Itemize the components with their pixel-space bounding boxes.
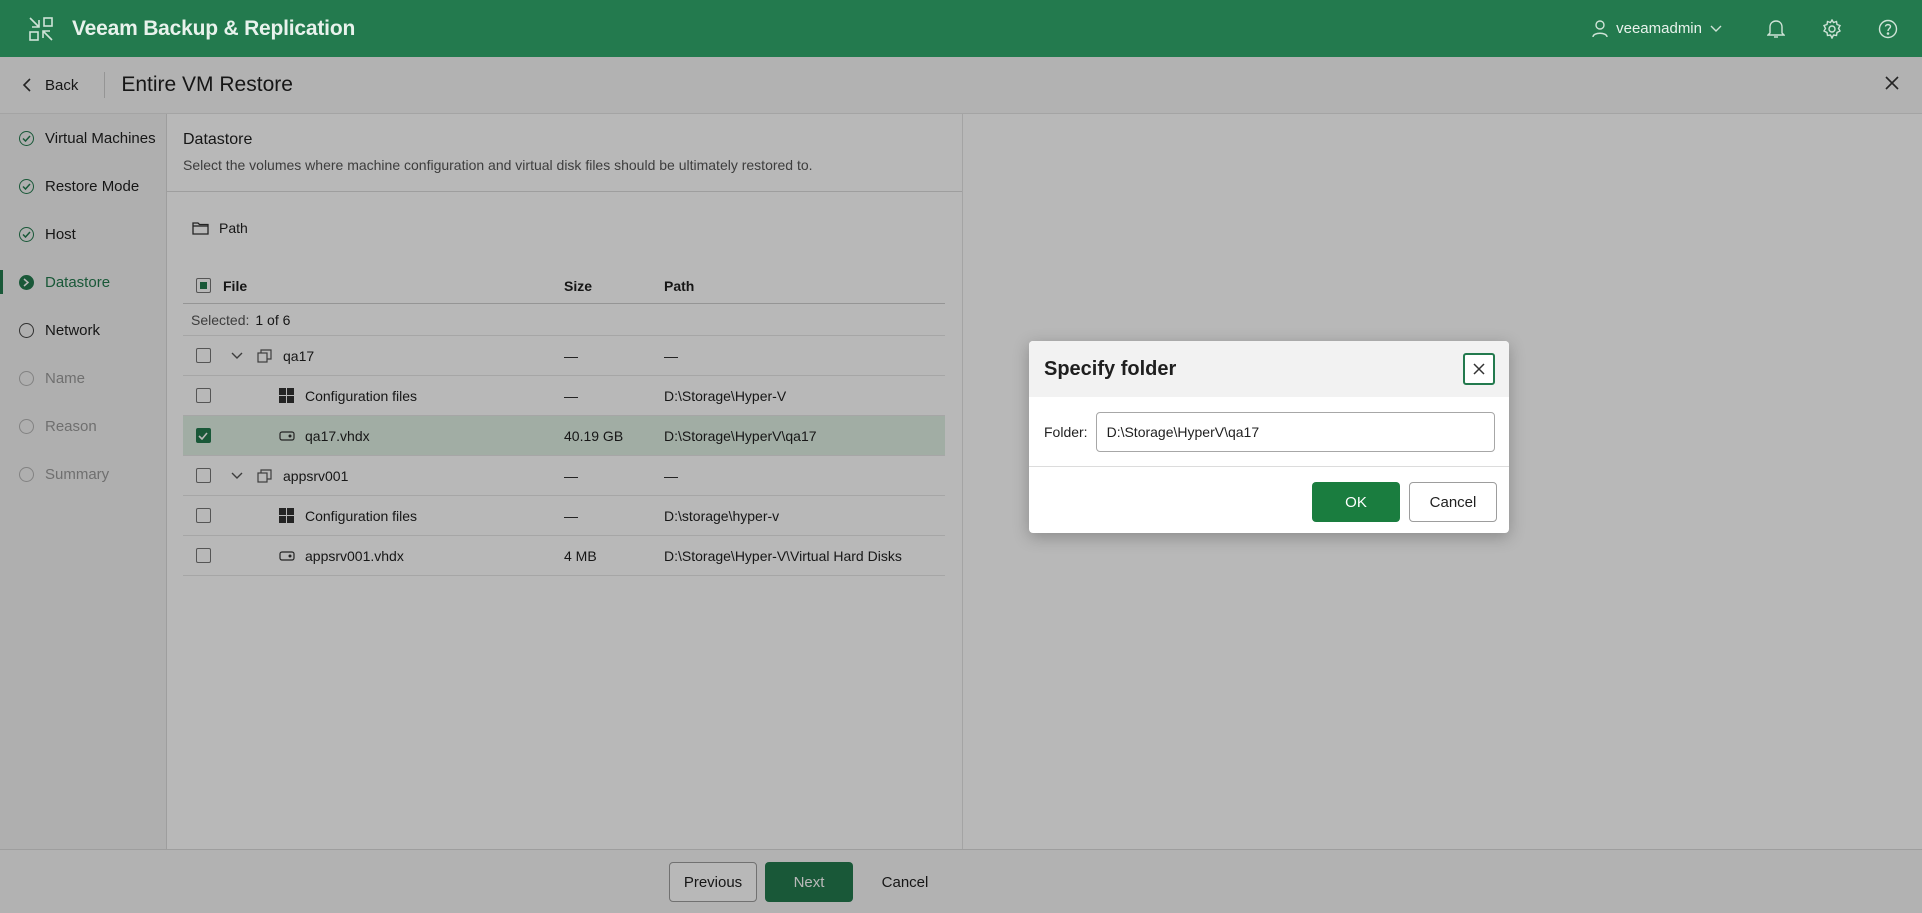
dialog-cancel-button[interactable]: Cancel	[1409, 482, 1497, 522]
dialog-title: Specify folder	[1044, 357, 1177, 380]
chevron-down-icon	[1710, 25, 1722, 32]
top-bar: Veeam Backup & Replication veeamadmin	[0, 0, 1922, 57]
bell-icon[interactable]	[1764, 17, 1788, 41]
specify-folder-dialog: Specify folder Folder: OK Cancel	[1029, 341, 1509, 533]
dialog-close-button[interactable]	[1463, 353, 1495, 385]
ok-button[interactable]: OK	[1312, 482, 1400, 522]
close-icon	[1473, 363, 1485, 375]
gear-icon[interactable]	[1820, 17, 1844, 41]
dialog-body: Folder:	[1029, 397, 1509, 467]
user-name: veeamadmin	[1616, 20, 1702, 37]
folder-input[interactable]	[1095, 411, 1495, 452]
user-icon	[1592, 19, 1608, 37]
app-title: Veeam Backup & Replication	[72, 16, 356, 40]
app-logo-icon[interactable]	[27, 15, 55, 43]
folder-label: Folder:	[1044, 423, 1088, 440]
help-icon[interactable]	[1876, 17, 1900, 41]
modal-overlay	[0, 57, 1922, 913]
user-menu[interactable]: veeamadmin	[1592, 19, 1730, 38]
dialog-header: Specify folder	[1029, 341, 1509, 397]
